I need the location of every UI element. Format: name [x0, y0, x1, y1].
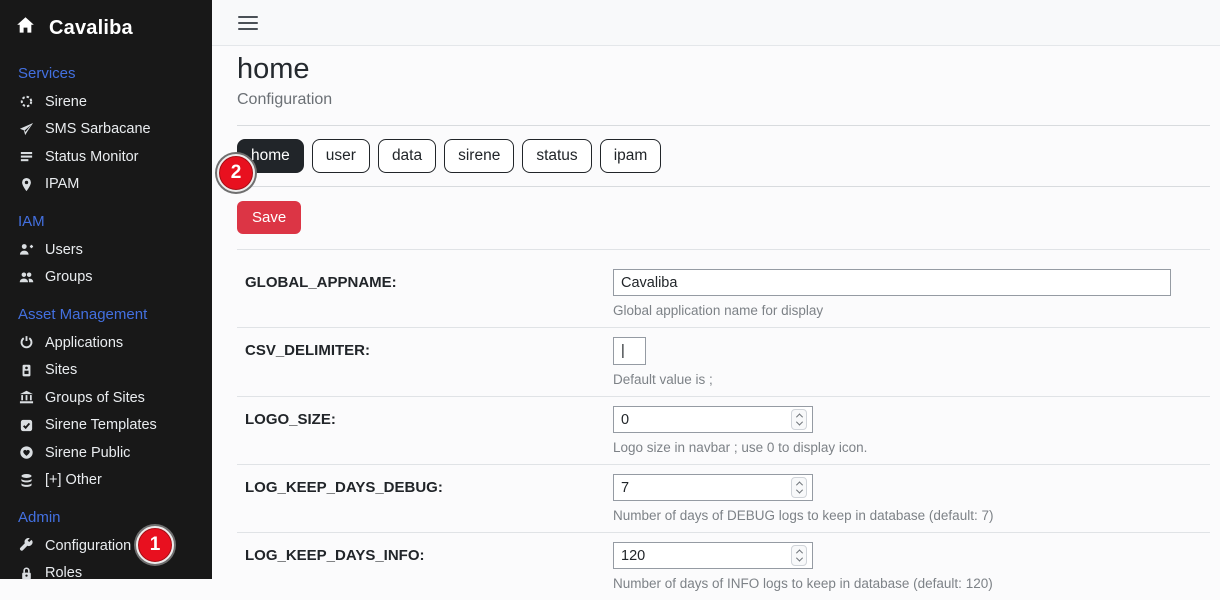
annotation-marker-2: 2 [217, 154, 255, 192]
section-header-admin: Admin [18, 509, 204, 526]
spinner-buttons[interactable] [791, 477, 807, 498]
sidebar-item-label: Groups [45, 269, 93, 285]
tab-status[interactable]: status [522, 139, 591, 173]
spinner-buttons[interactable] [791, 545, 807, 566]
divider [237, 186, 1210, 187]
sidebar-item-sms-sarbacane[interactable]: SMS Sarbacane [18, 116, 204, 144]
section-header-iam: IAM [18, 213, 204, 230]
sidebar-item-sirene-public[interactable]: Sirene Public [18, 439, 204, 467]
sidebar: Cavaliba Services Sirene SMS Sarbacane S… [0, 0, 212, 579]
log-keep-days-info-stepper[interactable] [613, 542, 813, 569]
sidebar-item-label: Status Monitor [45, 149, 139, 165]
sidebar-item-label: Sites [45, 362, 77, 378]
logo-size-stepper[interactable] [613, 406, 813, 433]
sidebar-item-ipam[interactable]: IPAM [18, 171, 204, 199]
tab-sirene[interactable]: sirene [444, 139, 514, 173]
page-title: home [237, 53, 1210, 86]
sidebar-item-configuration[interactable]: Configuration [18, 532, 204, 560]
sidebar-item-sites[interactable]: Sites [18, 357, 204, 385]
field-label: LOG_KEEP_DAYS_INFO: [245, 542, 613, 564]
tab-ipam[interactable]: ipam [600, 139, 662, 173]
brand[interactable]: Cavaliba [0, 6, 212, 50]
config-form: GLOBAL_APPNAME: Global application name … [237, 249, 1210, 600]
logo-size-input[interactable] [614, 412, 791, 428]
form-row-logo-size: LOGO_SIZE: Logo size in navbar ; use 0 t… [237, 396, 1210, 464]
field-label: GLOBAL_APPNAME: [245, 269, 613, 291]
sidebar-item-groups[interactable]: Groups [18, 264, 204, 292]
sidebar-item-label: SMS Sarbacane [45, 121, 151, 137]
sidebar-item-label: Sirene Public [45, 445, 130, 461]
sidebar-item-label: Users [45, 242, 83, 258]
sidebar-item-sirene[interactable]: Sirene [18, 88, 204, 116]
sidebar-item-label: Applications [45, 335, 123, 351]
check-square-icon [18, 417, 34, 433]
field-help: Number of days of DEBUG logs to keep in … [613, 508, 1210, 523]
sidebar-item-label: IPAM [45, 176, 79, 192]
location-pin-icon [18, 176, 34, 192]
csv-delimiter-input[interactable] [613, 337, 646, 365]
sidebar-item-other[interactable]: [+] Other [18, 467, 204, 495]
bars-icon [18, 149, 34, 165]
form-row-global-appname: GLOBAL_APPNAME: Global application name … [237, 249, 1210, 327]
user-plus-icon [18, 242, 34, 258]
database-icon [18, 472, 34, 488]
save-button[interactable]: Save [237, 201, 301, 234]
sidebar-item-users[interactable]: Users [18, 236, 204, 264]
sidebar-item-sirene-templates[interactable]: Sirene Templates [18, 412, 204, 440]
page-subtitle: Configuration [237, 91, 1210, 109]
sidebar-item-label: Groups of Sites [45, 390, 145, 406]
log-keep-days-debug-input[interactable] [614, 480, 791, 496]
tab-bar: home user data sirene status ipam [237, 139, 1210, 173]
annotation-marker-1: 1 [136, 526, 174, 564]
sidebar-item-label: Configuration [45, 538, 131, 554]
divider [237, 125, 1210, 126]
sidebar-item-status-monitor[interactable]: Status Monitor [18, 143, 204, 171]
log-keep-days-info-input[interactable] [614, 548, 791, 564]
power-icon [18, 335, 34, 351]
form-row-csv-delimiter: CSV_DELIMITER: Default value is ; [237, 327, 1210, 396]
topbar [212, 0, 1220, 46]
field-help: Global application name for display [613, 303, 1210, 318]
brand-name: Cavaliba [49, 17, 133, 40]
badge-icon [18, 362, 34, 378]
form-row-log-keep-days-debug: LOG_KEEP_DAYS_DEBUG: Number of days of D… [237, 464, 1210, 532]
sidebar-item-applications[interactable]: Applications [18, 329, 204, 357]
home-icon [16, 16, 35, 40]
bank-icon [18, 390, 34, 406]
main-area: home Configuration home user data sirene… [212, 0, 1220, 579]
sidebar-item-label: [+] Other [45, 472, 102, 488]
sidebar-item-label: Sirene [45, 94, 87, 110]
content: home Configuration home user data sirene… [212, 46, 1220, 600]
global-appname-input[interactable] [613, 269, 1171, 296]
form-row-log-keep-days-info: LOG_KEEP_DAYS_INFO: Number of days of IN… [237, 532, 1210, 600]
heart-circle-icon [18, 445, 34, 461]
spinner-buttons[interactable] [791, 409, 807, 430]
paper-plane-icon [18, 121, 34, 137]
field-help: Default value is ; [613, 372, 1210, 387]
tab-data[interactable]: data [378, 139, 436, 173]
section-header-asset-management: Asset Management [18, 306, 204, 323]
sidebar-item-groups-of-sites[interactable]: Groups of Sites [18, 384, 204, 412]
log-keep-days-debug-stepper[interactable] [613, 474, 813, 501]
sidebar-item-label: Sirene Templates [45, 417, 157, 433]
gear-icon [18, 94, 34, 110]
wrench-icon [18, 538, 34, 554]
field-label: LOG_KEEP_DAYS_DEBUG: [245, 474, 613, 496]
menu-toggle-icon[interactable] [238, 14, 258, 32]
section-header-services: Services [18, 65, 204, 82]
sidebar-nav: Services Sirene SMS Sarbacane Status Mon… [0, 65, 212, 587]
users-icon [18, 269, 34, 285]
field-label: LOGO_SIZE: [245, 406, 613, 428]
sidebar-item-roles[interactable]: Roles [18, 560, 204, 588]
field-help: Logo size in navbar ; use 0 to display i… [613, 440, 1210, 455]
tab-user[interactable]: user [312, 139, 370, 173]
field-label: CSV_DELIMITER: [245, 337, 613, 359]
